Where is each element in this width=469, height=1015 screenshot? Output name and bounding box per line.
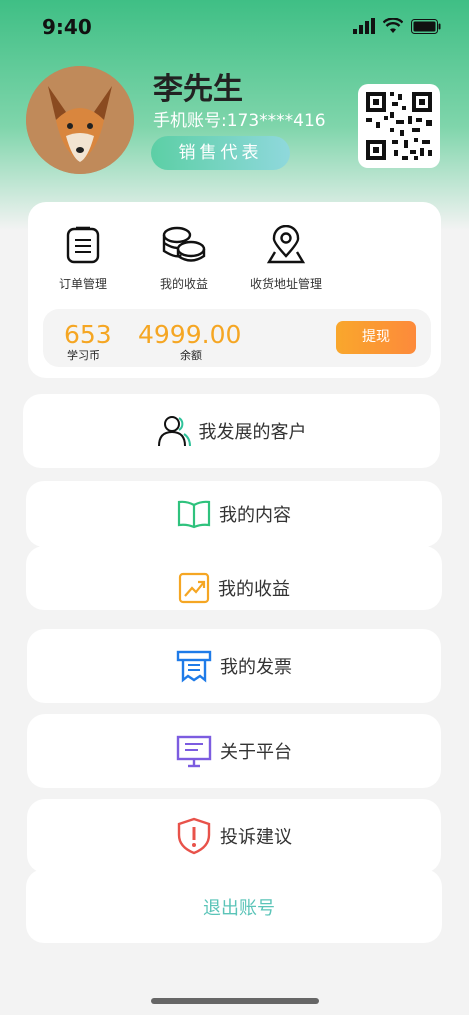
coins-label: 学习币 bbox=[67, 349, 100, 362]
location-pin-icon bbox=[266, 224, 306, 264]
status-bar: 9:40 bbox=[0, 12, 469, 42]
menu-label: 投诉建议 bbox=[220, 827, 292, 848]
profile-phone: 手机账号:173****416 bbox=[153, 111, 326, 131]
battery-icon bbox=[411, 18, 441, 34]
status-time: 9:40 bbox=[42, 15, 92, 39]
customers-icon bbox=[157, 416, 191, 447]
profile-name: 李先生 bbox=[153, 72, 243, 107]
book-icon bbox=[177, 500, 211, 529]
balance-label: 余额 bbox=[180, 349, 202, 362]
menu-row: 我的收益 bbox=[26, 556, 442, 620]
role-badge: 销售代表 bbox=[151, 136, 290, 170]
withdraw-button[interactable]: 提现 bbox=[336, 321, 416, 354]
shortcut-address[interactable]: 收货地址管理 bbox=[226, 224, 346, 292]
menu-label: 我发展的客户 bbox=[198, 422, 307, 443]
qr-code-icon bbox=[366, 92, 432, 160]
menu-row: 关于平台 bbox=[27, 714, 441, 788]
menu-row: 我发展的客户 bbox=[23, 394, 440, 468]
menu-label: 关于平台 bbox=[220, 742, 292, 763]
menu-label: 我的收益 bbox=[218, 579, 290, 600]
menu-row: 我的内容 bbox=[26, 481, 442, 547]
qr-code-button[interactable] bbox=[358, 84, 440, 168]
balance-value: 4999.00 bbox=[138, 320, 242, 349]
warning-shield-icon bbox=[177, 817, 211, 855]
board-icon bbox=[176, 735, 212, 768]
home-indicator[interactable] bbox=[151, 998, 319, 1004]
wifi-icon bbox=[383, 18, 403, 33]
menu-row: 投诉建议 bbox=[27, 799, 441, 873]
menu-label: 我的内容 bbox=[219, 505, 291, 526]
coins-value: 653 bbox=[64, 320, 112, 349]
invoice-icon bbox=[176, 650, 212, 683]
coins-icon bbox=[162, 226, 206, 262]
logout-label: 退出账号 bbox=[203, 898, 275, 919]
avatar[interactable] bbox=[26, 66, 134, 174]
menu-row: 我的发票 bbox=[27, 629, 441, 703]
signal-icon bbox=[353, 18, 375, 34]
menu-label: 我的发票 bbox=[220, 657, 292, 678]
shortcut-label: 收货地址管理 bbox=[249, 277, 322, 291]
trend-chart-icon bbox=[178, 572, 210, 604]
order-list-icon bbox=[66, 226, 100, 264]
